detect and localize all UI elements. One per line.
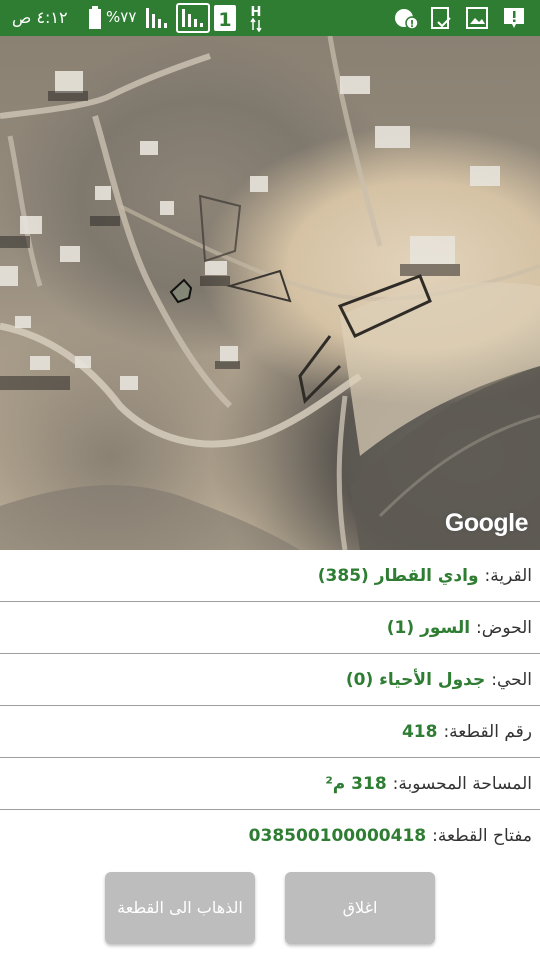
village-label: القرية: xyxy=(484,565,532,586)
area-label: المساحة المحسوبة: xyxy=(392,773,532,794)
status-bar: ٤:١٢ ص %٧٧ 1 H ! xyxy=(0,0,540,36)
district-label: الحي: xyxy=(491,669,532,690)
district-value: جدول الأحياء (0) xyxy=(345,669,486,690)
signal-icon xyxy=(145,6,171,34)
parcel-number-row: رقم القطعة: 418 xyxy=(0,706,540,758)
parcel-key-label: مفتاح القطعة: xyxy=(432,826,532,846)
sim-icon: 1 xyxy=(214,5,236,35)
village-value: وادي القطار (385) xyxy=(317,565,479,586)
sim-slot-text: 1 xyxy=(218,9,231,31)
basin-row: الحوض: السور (1) xyxy=(0,602,540,654)
close-button[interactable]: اغلاق xyxy=(285,872,435,944)
parcel-outline xyxy=(169,278,193,304)
parcel-number-value: 418 xyxy=(401,721,438,742)
parcel-key-value: 038500100000418 xyxy=(248,826,427,846)
go-to-parcel-button[interactable]: الذهاب الى القطعة xyxy=(105,872,255,944)
svg-text:!: ! xyxy=(410,19,415,30)
notification-icon xyxy=(502,6,526,34)
parcel-info: القرية: وادي القطار (385) الحوض: السور (… xyxy=(0,550,540,862)
area-row: المساحة المحسوبة: 318 م² xyxy=(0,758,540,810)
satellite-map[interactable]: Google xyxy=(0,36,540,550)
basin-value: السور (1) xyxy=(386,617,471,638)
status-time: ٤:١٢ ص xyxy=(12,8,68,27)
area-value: 318 م² xyxy=(325,773,387,794)
gallery-icon xyxy=(466,6,488,34)
parcel-number-label: رقم القطعة: xyxy=(443,721,532,742)
map-imagery xyxy=(0,36,540,550)
clipboard-icon xyxy=(430,6,452,34)
signal-icon xyxy=(176,3,210,37)
battery-percent: %٧٧ xyxy=(106,8,137,26)
network-type-icon: H xyxy=(248,2,264,36)
google-attribution: Google xyxy=(444,509,529,537)
basin-label: الحوض: xyxy=(476,617,532,638)
network-type-text: H xyxy=(251,5,262,20)
battery-icon xyxy=(88,6,102,34)
alert-icon: ! xyxy=(394,6,419,34)
parcel-key-row: مفتاح القطعة: 038500100000418 xyxy=(0,810,540,862)
village-row: القرية: وادي القطار (385) xyxy=(0,550,540,602)
district-row: الحي: جدول الأحياء (0) xyxy=(0,654,540,706)
